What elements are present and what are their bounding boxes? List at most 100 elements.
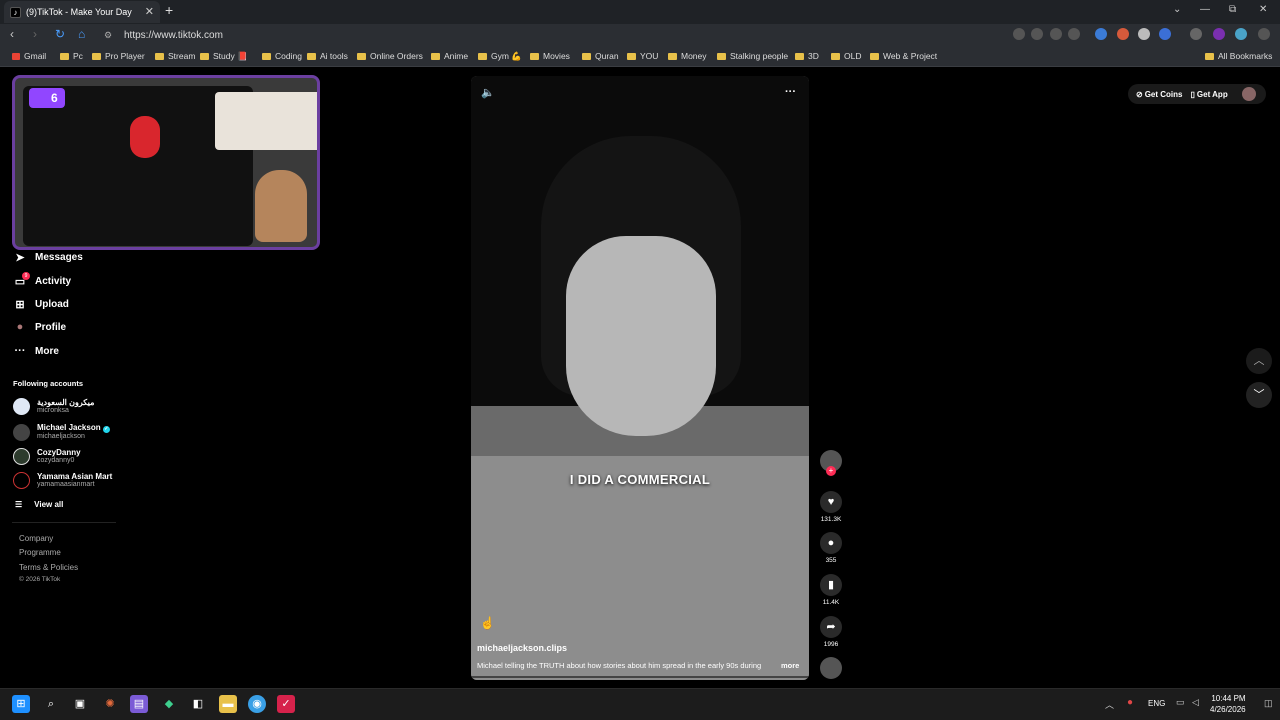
- account-item[interactable]: ميكرون السعودية micronksa: [13, 398, 94, 415]
- store-icon[interactable]: ▣: [71, 695, 89, 713]
- search-icon[interactable]: ⌕: [42, 695, 60, 713]
- bookmark-item[interactable]: Ai tools: [307, 51, 348, 61]
- new-tab-button[interactable]: +: [165, 2, 173, 18]
- footer-link-company[interactable]: Company: [19, 534, 53, 543]
- app-icon[interactable]: ◧: [189, 695, 207, 713]
- app-icon[interactable]: ✺: [101, 695, 119, 713]
- bookmark-item[interactable]: Stream: [155, 51, 195, 61]
- follow-icon[interactable]: +: [826, 466, 836, 476]
- profile-avatar-icon[interactable]: [1235, 28, 1247, 40]
- app-icon[interactable]: ▤: [130, 695, 148, 713]
- extension-icon[interactable]: [1213, 28, 1225, 40]
- sidebar-item-upload[interactable]: ⊞ Upload: [13, 298, 69, 311]
- site-info-icon[interactable]: ⚙: [104, 30, 112, 41]
- forward-button[interactable]: ›: [33, 27, 37, 41]
- bookmark-item[interactable]: Pro Player: [92, 51, 145, 61]
- puzzle-icon[interactable]: [1159, 28, 1171, 40]
- tray-expand-icon[interactable]: ︿: [1105, 698, 1114, 711]
- sidebar-item-label: Upload: [35, 299, 69, 310]
- browser-icon[interactable]: ◉: [248, 695, 266, 713]
- next-video-button[interactable]: ﹀: [1246, 382, 1272, 408]
- windows-start-icon[interactable]: ⊞: [12, 695, 30, 713]
- bookmark-item[interactable]: Web & Project: [870, 51, 937, 61]
- account-name: Yamama Asian Mart: [37, 472, 113, 481]
- speaker-icon[interactable]: ◁: [1192, 697, 1199, 708]
- browser-tab[interactable]: ♪ (9)TikTok - Make Your Day ✕: [4, 1, 160, 23]
- sidebar-item-more[interactable]: ··· More: [13, 345, 59, 357]
- folder-icon: [831, 52, 840, 60]
- extension-icon[interactable]: [1117, 28, 1129, 40]
- url-field[interactable]: https://www.tiktok.com: [102, 27, 1102, 44]
- close-window-button[interactable]: ✕: [1259, 4, 1267, 15]
- bookmark-item[interactable]: Stalking people: [717, 51, 788, 61]
- bookmark-item[interactable]: 3D: [795, 51, 819, 61]
- account-item[interactable]: CozyDanny cozydanny0: [13, 448, 81, 465]
- red-mouse-image: [130, 116, 160, 158]
- download-icon[interactable]: [1190, 28, 1202, 40]
- footer-link-terms[interactable]: Terms & Policies: [19, 563, 78, 572]
- bookmark-item[interactable]: Pc: [60, 51, 83, 61]
- microphone-icon[interactable]: ●: [1127, 697, 1133, 708]
- bookmark-item[interactable]: OLD: [831, 51, 861, 61]
- previous-video-button[interactable]: ︿: [1246, 348, 1272, 374]
- like-button[interactable]: ♥ 131.3K: [819, 491, 843, 523]
- user-avatar[interactable]: [1241, 87, 1256, 101]
- account-item[interactable]: Michael Jackson ✓ michaeljackson: [13, 423, 110, 441]
- avatar: [13, 448, 30, 465]
- reload-button[interactable]: ↻: [55, 27, 65, 41]
- bookmark-item[interactable]: Money: [668, 51, 707, 61]
- restore-button[interactable]: ⧉: [1229, 4, 1236, 15]
- app-icon[interactable]: ✓: [277, 695, 295, 713]
- get-app-button[interactable]: Get App: [1197, 90, 1228, 99]
- volume-icon[interactable]: 🔈: [481, 86, 495, 99]
- extension-icon[interactable]: [1138, 28, 1150, 40]
- video-player[interactable]: 🔈 ··· I DID A COMMERCIAL michaeljackson.…: [471, 76, 809, 680]
- minimize-button[interactable]: —: [1200, 4, 1210, 15]
- bookmark-item[interactable]: YOU: [627, 51, 658, 61]
- video-author[interactable]: michaeljackson.clips: [477, 643, 567, 653]
- bookmark-item[interactable]: Coding: [262, 51, 302, 61]
- bookmark-item[interactable]: Study 📕: [200, 51, 248, 62]
- save-button[interactable]: ▮ 11.4K: [819, 574, 843, 606]
- file-explorer-icon[interactable]: ▬: [219, 695, 237, 713]
- translate-icon[interactable]: [1013, 28, 1025, 40]
- back-button[interactable]: ‹: [10, 27, 14, 41]
- progress-bar[interactable]: [471, 676, 809, 678]
- comment-button[interactable]: ● 355: [819, 532, 843, 564]
- streamer-avatar-image: [255, 170, 307, 242]
- share-icon[interactable]: [1050, 28, 1062, 40]
- bookmark-item[interactable]: Gmail: [12, 51, 46, 61]
- sidebar-item-profile[interactable]: ● Profile: [13, 321, 66, 333]
- music-disc[interactable]: [819, 657, 843, 679]
- all-bookmarks-button[interactable]: All Bookmarks: [1205, 51, 1272, 61]
- bookmark-item[interactable]: Online Orders: [357, 51, 423, 61]
- sidebar-item-label: Messages: [35, 252, 83, 263]
- plus-square-icon: ⊞: [15, 299, 25, 311]
- language-indicator[interactable]: ENG: [1148, 699, 1165, 708]
- notification-icon[interactable]: ◫: [1264, 698, 1273, 709]
- bookmark-item[interactable]: Anime: [431, 51, 468, 61]
- footer-link-programme[interactable]: Programme: [19, 548, 61, 557]
- tab-close-icon[interactable]: ✕: [145, 5, 154, 18]
- bookmark-item[interactable]: Movies: [530, 51, 570, 61]
- view-all-button[interactable]: ☰ View all: [15, 500, 63, 509]
- creator-avatar[interactable]: +: [819, 450, 843, 476]
- bookmark-item[interactable]: Quran: [582, 51, 619, 61]
- share-button[interactable]: ➦ 1996: [819, 616, 843, 648]
- phone-icon: ▯: [1190, 89, 1195, 99]
- app-icon[interactable]: ◆: [160, 695, 178, 713]
- sidebar-item-messages[interactable]: ➤ Messages: [13, 251, 83, 264]
- bookmark-item[interactable]: Gym 💪: [478, 51, 522, 62]
- account-item[interactable]: Yamama Asian Mart yamamaasianmart: [13, 472, 112, 489]
- extension-icon[interactable]: [1095, 28, 1107, 40]
- get-coins-button[interactable]: Get Coins: [1145, 90, 1183, 99]
- zoom-icon[interactable]: [1031, 28, 1043, 40]
- bookmark-star-icon[interactable]: [1068, 28, 1080, 40]
- home-button[interactable]: ⌂: [78, 27, 85, 41]
- tab-search-icon[interactable]: ⌄: [1173, 4, 1181, 15]
- network-icon[interactable]: ▭: [1176, 697, 1185, 708]
- video-menu-icon[interactable]: ···: [785, 86, 796, 98]
- more-button[interactable]: more: [781, 661, 799, 670]
- browser-menu-icon[interactable]: [1258, 28, 1270, 40]
- taskbar-clock[interactable]: 10:44 PM 4/26/2026: [1210, 693, 1246, 715]
